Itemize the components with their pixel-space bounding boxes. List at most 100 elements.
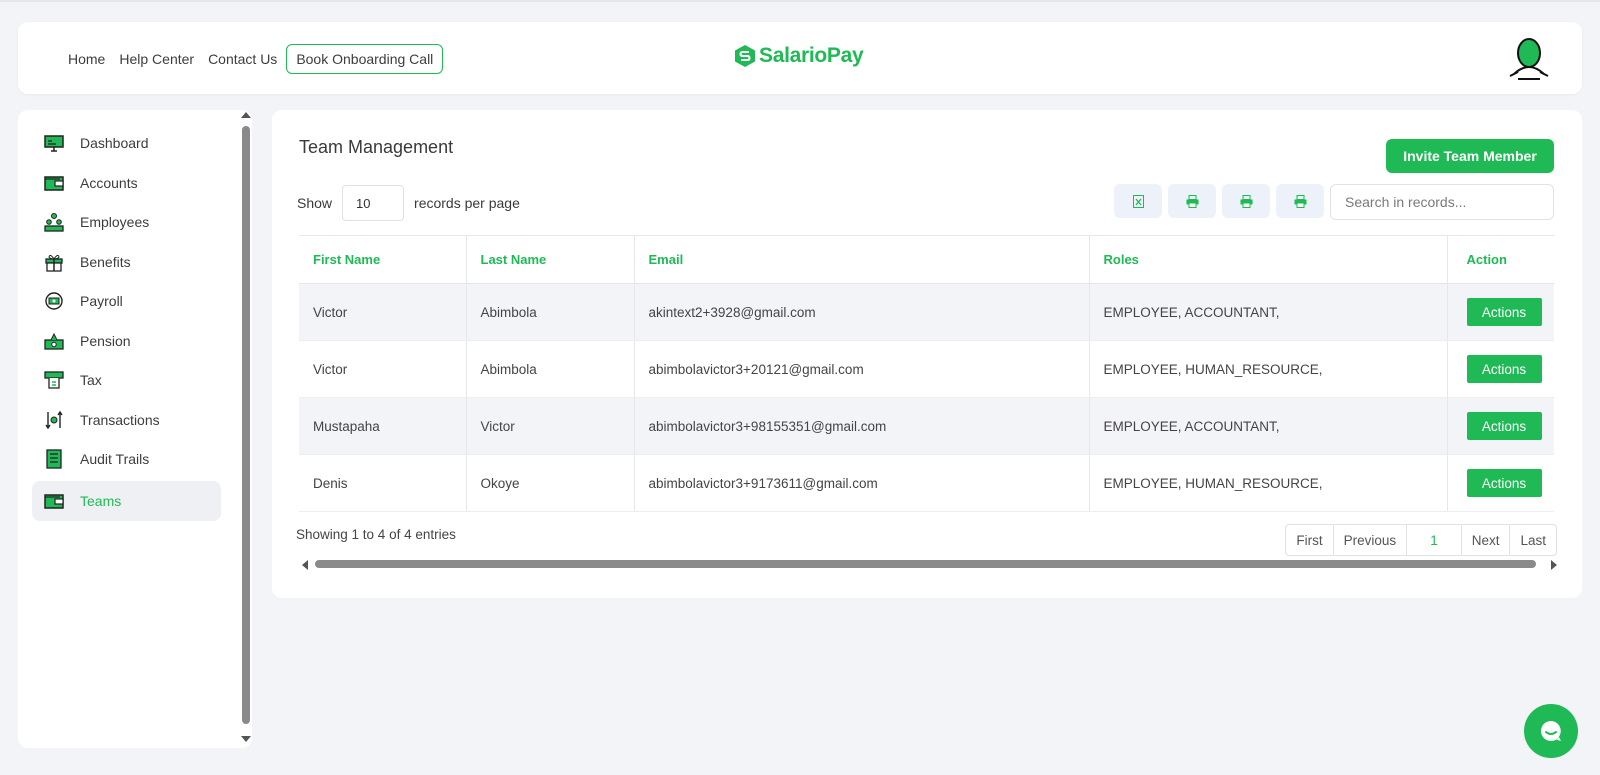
sidebar-item-label: Payroll	[80, 293, 123, 309]
search-input[interactable]	[1330, 184, 1554, 220]
sidebar-item-teams[interactable]: Teams	[32, 481, 221, 521]
sidebar-item-label: Dashboard	[80, 135, 149, 151]
money-bag-icon	[44, 332, 64, 350]
actions-button[interactable]: Actions	[1466, 355, 1542, 383]
sidebar-item-label: Teams	[80, 493, 122, 509]
cell-last-name: Abimbola	[466, 283, 635, 341]
scroll-left-icon[interactable]	[302, 560, 308, 570]
column-header-last-name[interactable]: Last Name	[466, 235, 635, 284]
print-icon	[1186, 194, 1198, 208]
monitor-icon	[44, 135, 64, 152]
actions-button[interactable]: Actions	[1466, 469, 1542, 497]
sidebar-scrollbar[interactable]	[240, 110, 252, 748]
wallet-icon	[44, 176, 64, 191]
cell-email: abimbolavictor3+98155351@gmail.com	[634, 397, 1090, 455]
cell-action: Actions	[1447, 340, 1554, 398]
book-onboarding-button[interactable]: Book Onboarding Call	[286, 44, 444, 74]
export-excel-button[interactable]	[1114, 184, 1162, 218]
cell-action: Actions	[1447, 454, 1554, 512]
actions-button[interactable]: Actions	[1466, 412, 1542, 440]
cell-last-name: Victor	[466, 397, 635, 455]
column-header-email[interactable]: Email	[634, 235, 1090, 284]
team-table: First Name Last Name Email Roles Action …	[299, 235, 1554, 512]
nav-help-center-link[interactable]: Help Center	[119, 51, 194, 67]
logo-icon	[735, 45, 755, 67]
scroll-up-icon[interactable]	[241, 112, 251, 118]
pagination-first[interactable]: First	[1286, 525, 1334, 555]
cash-cycle-icon	[45, 292, 63, 310]
sidebar-item-transactions[interactable]: Transactions	[32, 400, 221, 440]
sidebar-item-label: Pension	[80, 333, 131, 349]
brand-name: SalarioPay	[759, 44, 864, 67]
entries-info: Showing 1 to 4 of 4 entries	[296, 527, 456, 542]
cell-first-name: Victor	[299, 283, 467, 341]
chat-launcher-button[interactable]	[1524, 704, 1578, 758]
cell-roles: EMPLOYEE, HUMAN_RESOURCE,	[1089, 454, 1448, 512]
table-row: Denis Okoye abimbolavictor3+9173611@gmai…	[299, 454, 1554, 512]
scroll-down-icon[interactable]	[241, 736, 251, 742]
page-size-control: Show 10 records per page	[297, 185, 520, 221]
table-header-row: First Name Last Name Email Roles Action	[299, 235, 1554, 284]
print-button[interactable]	[1276, 184, 1324, 218]
nav-home-link[interactable]: Home	[68, 51, 105, 67]
pagination-next[interactable]: Next	[1462, 525, 1511, 555]
sidebar-item-pension[interactable]: Pension	[32, 321, 221, 361]
user-avatar-icon[interactable]	[1508, 36, 1550, 82]
records-per-page-label: records per page	[414, 195, 520, 211]
scroll-right-icon[interactable]	[1551, 560, 1557, 570]
page-title: Team Management	[299, 137, 454, 157]
receipt-icon	[44, 371, 64, 389]
sidebar-item-employees[interactable]: Employees	[32, 202, 221, 242]
sidebar-item-payroll[interactable]: Payroll	[32, 281, 221, 321]
sidebar-item-audit-trails[interactable]: Audit Trails	[32, 439, 221, 479]
cell-last-name: Okoye	[466, 454, 635, 512]
cell-email: abimbolavictor3+9173611@gmail.com	[634, 454, 1090, 512]
sidebar-item-label: Benefits	[80, 254, 131, 270]
team-wallet-icon	[44, 494, 64, 509]
pagination-current-page[interactable]: 1	[1407, 525, 1462, 555]
scrollbar-thumb[interactable]	[242, 126, 250, 724]
invite-team-member-button[interactable]: Invite Team Member	[1386, 139, 1554, 173]
sidebar-item-tax[interactable]: Tax	[32, 360, 221, 400]
print-icon	[1240, 194, 1252, 208]
column-header-roles[interactable]: Roles	[1089, 235, 1448, 284]
column-header-first-name[interactable]: First Name	[299, 235, 467, 284]
records-per-page-select[interactable]: 10	[342, 185, 405, 221]
cell-first-name: Victor	[299, 340, 467, 398]
print-icon	[1294, 194, 1306, 208]
cell-last-name: Abimbola	[466, 340, 635, 398]
table-row: Victor Abimbola akintext2+3928@gmail.com…	[299, 283, 1554, 341]
sidebar-item-label: Transactions	[80, 412, 160, 428]
cell-action: Actions	[1447, 397, 1554, 455]
table-row: Victor Abimbola abimbolavictor3+20121@gm…	[299, 340, 1554, 398]
cell-action: Actions	[1447, 283, 1554, 341]
nav-contact-link[interactable]: Contact Us	[208, 51, 277, 67]
top-border	[0, 0, 1600, 2]
print-button[interactable]	[1222, 184, 1270, 218]
sidebar-item-accounts[interactable]: Accounts	[32, 163, 221, 203]
table-horizontal-scrollbar[interactable]	[302, 558, 1557, 570]
cell-first-name: Denis	[299, 454, 467, 512]
clipboard-icon	[46, 449, 62, 469]
sidebar-item-label: Employees	[80, 214, 150, 230]
brand-logo[interactable]: SalarioPay	[734, 44, 864, 68]
top-header: Home Help Center Contact Us Book Onboard…	[18, 22, 1582, 94]
print-button[interactable]	[1168, 184, 1216, 218]
pagination-last[interactable]: Last	[1510, 525, 1556, 555]
pagination: First Previous 1 Next Last	[1285, 524, 1557, 556]
chat-bubble-icon	[1541, 721, 1561, 741]
actions-button[interactable]: Actions	[1466, 298, 1542, 326]
sidebar-item-dashboard[interactable]: Dashboard	[32, 123, 221, 163]
excel-export-icon	[1132, 194, 1144, 208]
sidebar-item-label: Accounts	[80, 175, 138, 191]
sidebar-item-benefits[interactable]: Benefits	[32, 242, 221, 282]
cell-roles: EMPLOYEE, ACCOUNTANT,	[1089, 397, 1448, 455]
cell-roles: EMPLOYEE, ACCOUNTANT,	[1089, 283, 1448, 341]
sidebar-item-label: Tax	[80, 372, 102, 388]
table-row: Mustapaha Victor abimbolavictor3+9815535…	[299, 397, 1554, 455]
horizontal-scrollbar-thumb[interactable]	[315, 560, 1536, 568]
pagination-previous[interactable]: Previous	[1334, 525, 1408, 555]
cell-email: akintext2+3928@gmail.com	[634, 283, 1090, 341]
gift-icon	[45, 254, 63, 272]
top-nav: Home Help Center Contact Us Book Onboard…	[68, 44, 457, 74]
